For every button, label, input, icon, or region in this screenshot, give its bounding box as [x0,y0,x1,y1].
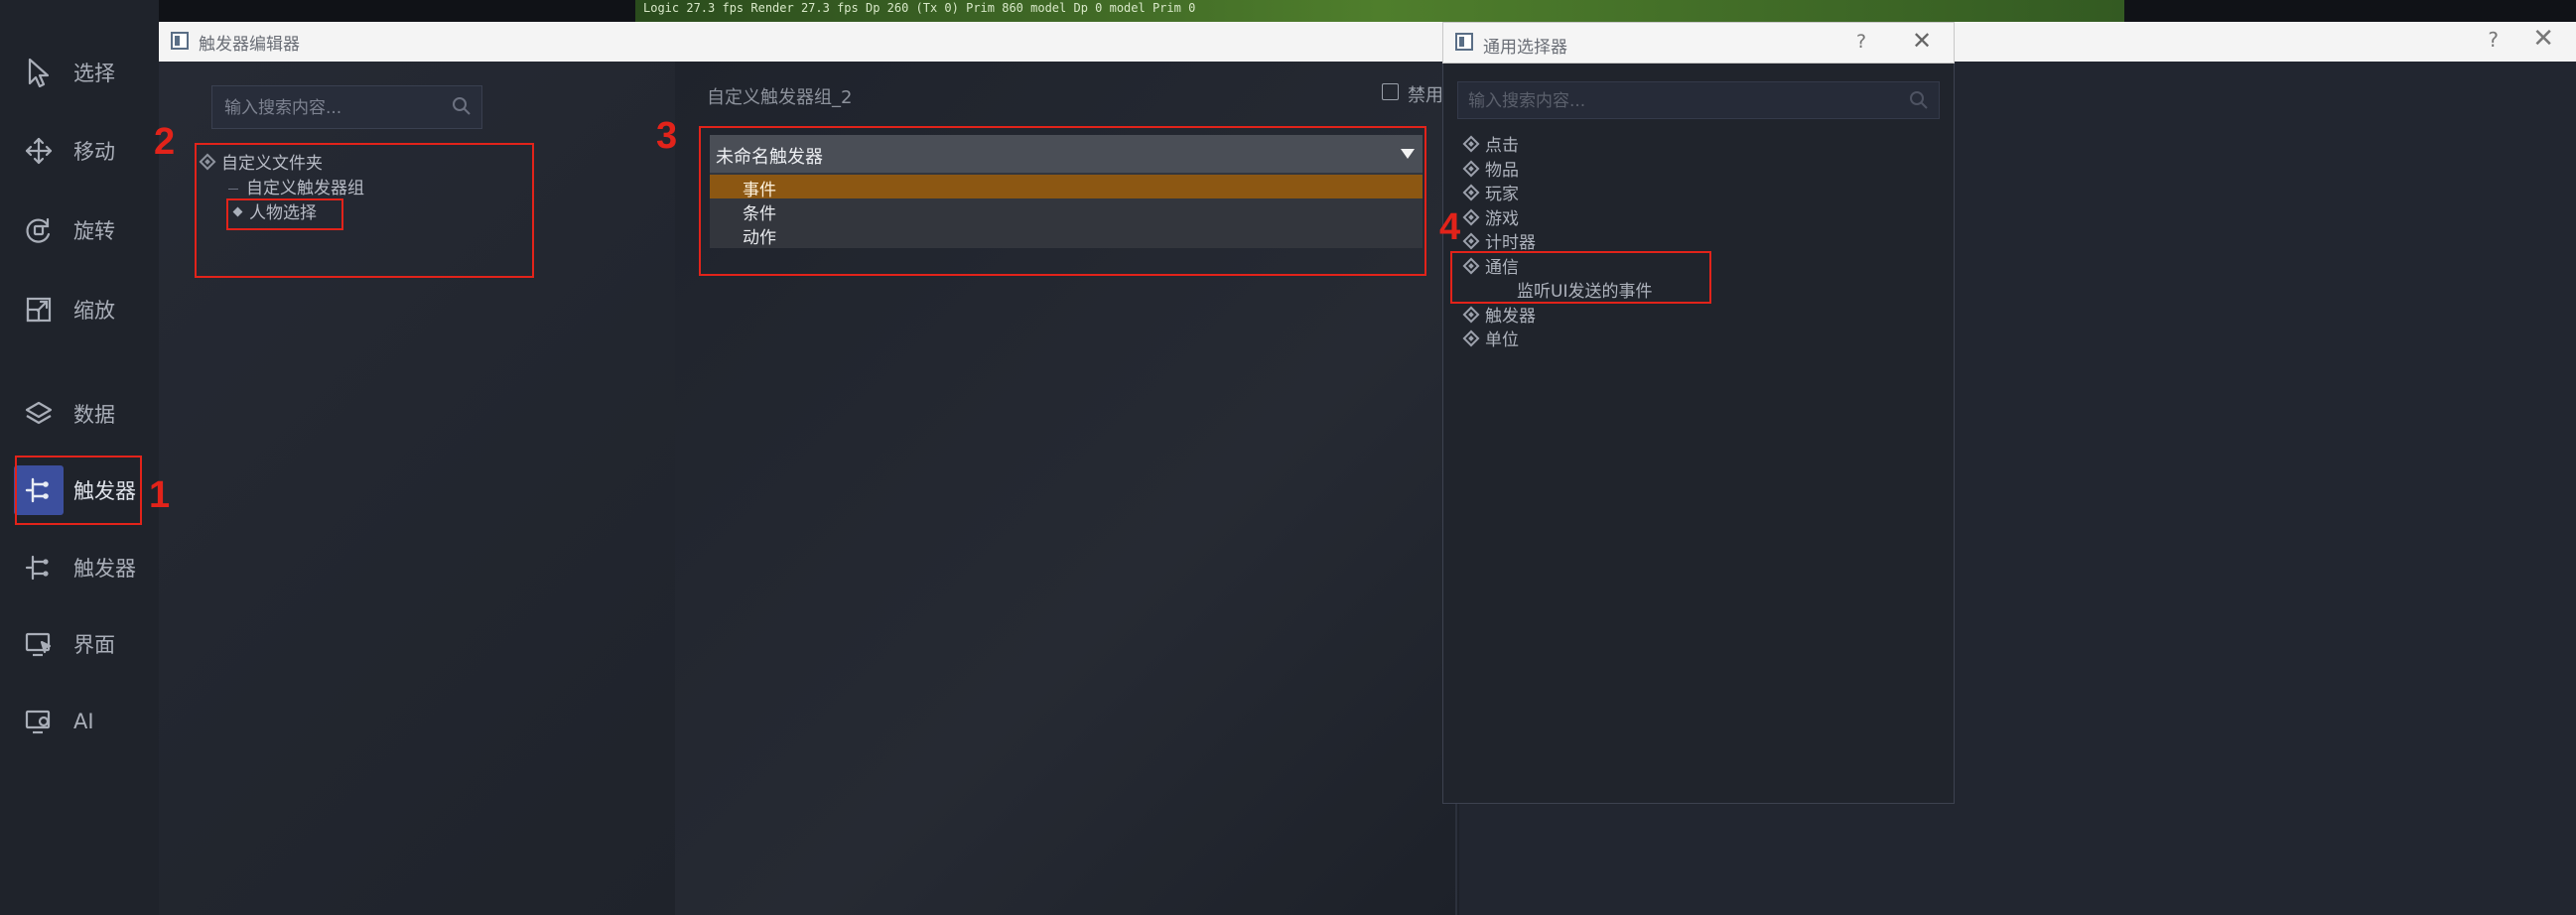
tool-label: 移动 [73,140,115,164]
tool-label: 触发器 [73,557,136,581]
disable-checkbox[interactable] [1382,83,1399,100]
category-diamond-icon [1462,160,1480,178]
category-diamond-icon [1462,208,1480,226]
tool-move[interactable]: 移动 [14,123,143,179]
annotation-number-1: 1 [149,474,171,516]
selector-window [1442,22,1955,804]
move-arrows-icon [14,126,64,176]
trigger-editor-titlebar[interactable]: 触发器编辑器 ? ✕ [159,22,2576,62]
tool-label: 旋转 [73,219,115,243]
group-title: 自定义触发器组_2 [707,87,853,108]
tool-label: AI [73,710,94,733]
trigger-search-input[interactable] [222,94,435,122]
selector-search-box [1457,81,1940,119]
ai-icon [14,697,64,746]
tool-trigger[interactable]: 触发器 [14,540,143,595]
close-icon[interactable]: ✕ [1912,27,1932,55]
rotate-icon [14,205,64,255]
category-click[interactable]: 点击 [1462,131,1519,156]
cursor-arrow-icon [14,48,64,97]
annotation-box-2-item [226,198,343,230]
category-game[interactable]: 游戏 [1462,204,1519,229]
trigger-icon [14,543,64,592]
tool-select[interactable]: 选择 [14,45,143,100]
annotation-box-1 [15,456,142,525]
annotation-box-4 [1450,251,1711,304]
window-icon [171,32,189,50]
category-unit[interactable]: 单位 [1462,326,1519,350]
tool-rotate[interactable]: 旋转 [14,202,143,258]
trigger-search-box [211,85,482,129]
category-player[interactable]: 玩家 [1462,180,1519,204]
help-button[interactable]: ? [1856,31,1866,53]
tool-data[interactable]: 数据 [14,386,143,442]
interface-icon [14,619,64,669]
annotation-number-3: 3 [656,115,678,157]
tool-ai[interactable]: AI [14,694,143,749]
scale-icon [14,285,64,334]
tool-interface[interactable]: 界面 [14,616,143,672]
search-icon[interactable] [452,96,472,120]
close-icon[interactable]: ✕ [2532,24,2554,54]
tool-label: 界面 [73,633,115,657]
layers-icon [14,389,64,439]
help-button[interactable]: ? [2488,28,2499,52]
selector-titlebar[interactable]: 通用选择器 ? ✕ [1442,22,1955,64]
category-timer[interactable]: 计时器 [1462,228,1536,253]
category-diamond-icon [1462,135,1480,153]
annotation-number-4: 4 [1439,206,1461,248]
window-icon [1455,33,1473,51]
window-title: 触发器编辑器 [199,35,300,55]
selector-search-input[interactable] [1466,88,1887,114]
performance-log-text: Logic 27.3 fps Render 27.3 fps Dp 260 (T… [643,1,1196,15]
annotation-number-2: 2 [154,121,176,163]
search-icon[interactable] [1909,90,1929,114]
category-trigger[interactable]: 触发器 [1462,302,1536,327]
category-diamond-icon [1462,184,1480,201]
category-diamond-icon [1462,329,1480,347]
viewport-status-strip: Logic 27.3 fps Render 27.3 fps Dp 260 (T… [635,0,2124,22]
tool-scale[interactable]: 缩放 [14,282,143,337]
tool-label: 选择 [73,62,115,85]
annotation-box-3 [699,126,1426,276]
tool-label: 数据 [73,403,115,427]
category-diamond-icon [1462,232,1480,250]
category-item[interactable]: 物品 [1462,156,1519,181]
tool-label: 缩放 [73,299,115,323]
selector-title: 通用选择器 [1483,38,1567,58]
category-diamond-icon [1462,306,1480,324]
